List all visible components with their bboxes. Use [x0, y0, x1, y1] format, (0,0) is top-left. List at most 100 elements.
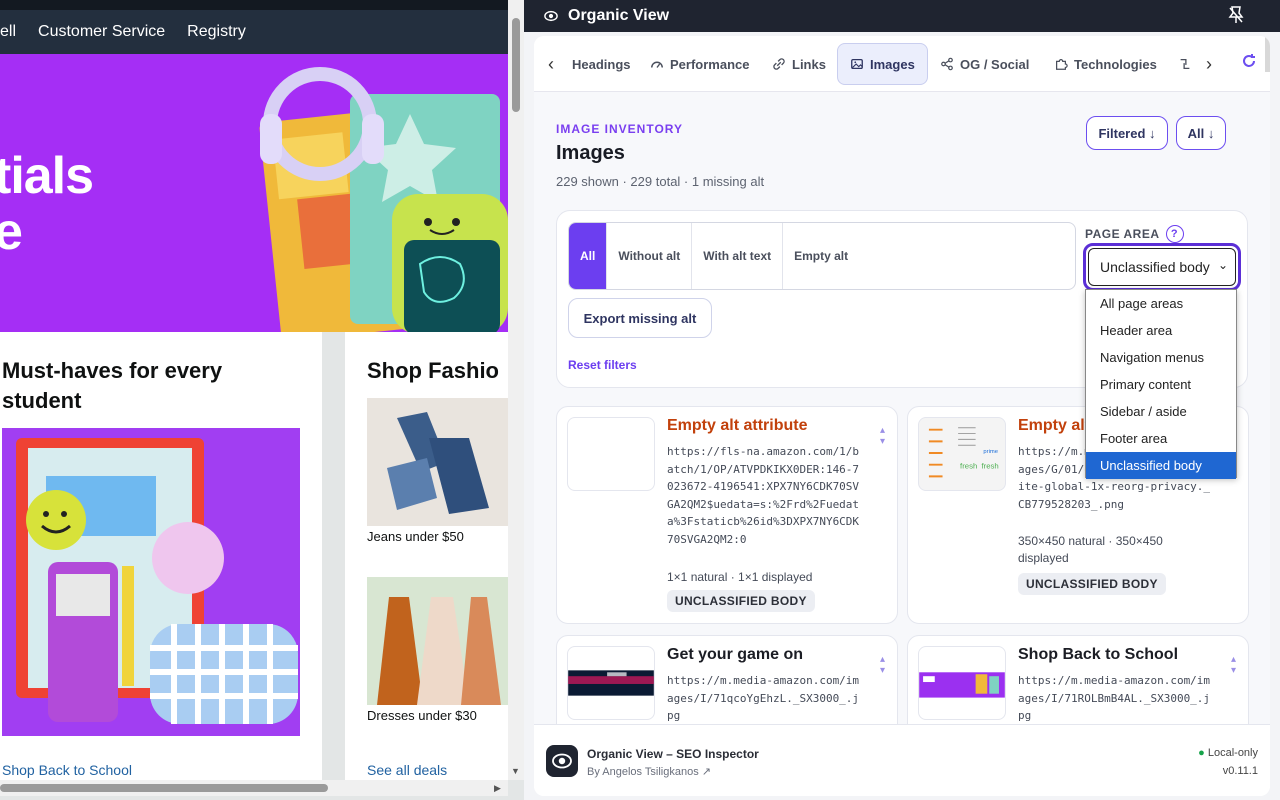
tab-headings[interactable]: Headings	[560, 43, 643, 85]
dropdown-option-header-area[interactable]: Header area	[1086, 317, 1236, 344]
dropdown-option-all-page-areas[interactable]: All page areas	[1086, 290, 1236, 317]
footer-eye-logo-icon	[546, 745, 578, 777]
local-only-status: ● Local-only	[1198, 747, 1258, 759]
extension-titlebar: Organic View	[524, 0, 1280, 32]
image-dimensions: 350×450 natural · 350×450 displayed	[1018, 534, 1163, 565]
drag-handle-icon[interactable]: ▴▾	[880, 425, 885, 447]
tab-bar: ‹ Headings Performance Links Images OG /…	[534, 36, 1270, 92]
drag-handle-icon[interactable]: ▴▾	[1231, 654, 1236, 676]
image-card[interactable]: Empty alt attribute ▴ ▾ https://fls-na.am…	[556, 406, 898, 624]
gauge-icon	[651, 61, 663, 68]
card2-jeans-image[interactable]	[367, 398, 508, 526]
nav-link-partial[interactable]: ell	[0, 23, 16, 41]
image-dimensions: 1×1 natural · 1×1 displayed	[667, 570, 813, 584]
extension-footer: Organic View – SEO Inspector By Angelos …	[534, 724, 1270, 796]
footer-title: Organic View – SEO Inspector	[587, 747, 759, 761]
dropdown-option-navigation-menus[interactable]: Navigation menus	[1086, 344, 1236, 371]
filter-all[interactable]: All	[569, 223, 608, 289]
card-shop-fashion[interactable]: Shop Fashio Jeans under $50 Dresses unde…	[345, 332, 508, 780]
image-thumbnail	[918, 646, 1006, 720]
tabs-scroll-left-icon[interactable]: ‹	[548, 54, 554, 75]
hero-banner[interactable]: tials e	[0, 54, 508, 332]
tabs-scroll-right-icon[interactable]: ›	[1206, 54, 1212, 75]
amazon-top-strip	[0, 0, 508, 10]
image-icon	[851, 58, 863, 70]
filter-without-alt[interactable]: Without alt	[607, 223, 693, 289]
screen: ell Customer Service Registry tials e Mu…	[0, 0, 1280, 800]
amazon-page: ell Customer Service Registry tials e Mu…	[0, 0, 524, 800]
filter-with-alt-text[interactable]: With alt text	[692, 223, 784, 289]
page-area-select[interactable]: Unclassified body ⌄	[1083, 243, 1241, 291]
page-area-badge: UNCLASSIFIED BODY	[667, 590, 815, 612]
share-icon	[941, 57, 953, 71]
nav-link-customer-service[interactable]: Customer Service	[38, 23, 165, 41]
link-icon	[773, 58, 785, 70]
puzzle-icon	[1056, 59, 1068, 70]
tab-performance[interactable]: Performance	[638, 43, 761, 85]
image-card-title: Shop Back to School	[1018, 646, 1179, 663]
all-export-button[interactable]: All ↓	[1176, 116, 1226, 150]
image-url[interactable]: https://m.media-amazon.com/images/I/71qc…	[667, 672, 863, 724]
page-vertical-scrollbar[interactable]	[508, 0, 524, 780]
status-dot-icon: ●	[1198, 747, 1205, 759]
dropdown-option-primary-content[interactable]: Primary content	[1086, 371, 1236, 398]
page-area-badge: UNCLASSIFIED BODY	[1018, 573, 1166, 595]
card1-link[interactable]: Shop Back to School	[2, 762, 132, 778]
tab-images[interactable]: Images	[837, 43, 928, 85]
scroll-right-arrow-icon[interactable]: ▶	[494, 783, 501, 794]
reset-filters-link[interactable]: Reset filters	[568, 358, 637, 372]
page-vertical-scroll-thumb[interactable]	[512, 18, 520, 112]
page-horizontal-scroll-thumb[interactable]	[0, 784, 328, 792]
dropdown-option-unclassified-body[interactable]: Unclassified body	[1086, 452, 1236, 479]
chevron-down-icon: ⌄	[1217, 258, 1228, 272]
window-title: Organic View	[568, 7, 670, 24]
image-card-title: Get your game on	[667, 646, 804, 663]
image-url[interactable]: https://m.media-amazon.com/images/I/71RO…	[1018, 672, 1214, 724]
help-icon[interactable]: ?	[1165, 225, 1184, 243]
image-summary: 229 shown · 229 total · 1 missing alt	[556, 174, 765, 189]
panel-scrollbar-thumb[interactable]	[1265, 36, 1270, 72]
card2-link[interactable]: See all deals	[367, 762, 447, 778]
card2-caption-jeans: Jeans under $50	[367, 529, 464, 544]
next-tab-partial-icon[interactable]	[1178, 57, 1192, 71]
card1-title: Must-haves for every student	[2, 358, 223, 413]
card-must-haves[interactable]: Must-haves for every student Shop Back t…	[0, 332, 322, 780]
page-area-label: PAGE AREA ?	[1085, 225, 1184, 243]
card1-image[interactable]	[2, 428, 300, 736]
hero-illustration	[259, 67, 508, 332]
export-missing-alt-button[interactable]: Export missing alt	[568, 298, 712, 338]
section-eyebrow: IMAGE INVENTORY	[556, 122, 684, 136]
svg-text:prime: prime	[983, 449, 998, 455]
dropdown-option-sidebar-aside[interactable]: Sidebar / aside	[1086, 398, 1236, 425]
image-url[interactable]: https://fls-na.amazon.com/1/batch/1/OP/A…	[667, 443, 863, 548]
svg-text:fresh: fresh	[981, 462, 998, 471]
image-thumbnail	[567, 646, 655, 720]
card2-title: Shop Fashio	[367, 358, 499, 383]
drag-handle-icon[interactable]: ▴▾	[880, 654, 885, 676]
image-card[interactable]: Get your game on ▴ ▾ https://m.media-amaz…	[556, 635, 898, 724]
page-area-dropdown: All page areas Header area Navigation me…	[1085, 289, 1237, 479]
svg-text:fresh: fresh	[960, 462, 977, 471]
image-card-title: Empty alt attribute	[667, 417, 808, 434]
tab-og-social[interactable]: OG / Social	[928, 43, 1041, 85]
dropdown-option-footer-area[interactable]: Footer area	[1086, 425, 1236, 452]
card2-dresses-image[interactable]	[367, 577, 508, 705]
select-focus-ring	[1088, 248, 1236, 286]
eye-logo-icon	[544, 10, 558, 22]
footer-author-link[interactable]: By Angelos Tsiligkanos ↗	[587, 765, 711, 778]
tab-links[interactable]: Links	[760, 43, 838, 85]
tab-technologies[interactable]: Technologies	[1042, 43, 1169, 85]
image-thumbnail: fresh fresh prime	[918, 417, 1006, 491]
image-card[interactable]: Shop Back to School ▴ ▾ https://m.media-a…	[907, 635, 1249, 724]
filter-empty-alt[interactable]: Empty alt	[783, 223, 859, 289]
scroll-down-arrow-icon[interactable]: ▼	[511, 766, 520, 776]
image-thumbnail	[567, 417, 655, 491]
nav-link-registry[interactable]: Registry	[187, 23, 246, 41]
version-label: v0.11.1	[1222, 765, 1258, 777]
alt-filter-group: All Without alt With alt text Empty alt	[568, 222, 1076, 290]
page-title: Images	[556, 142, 625, 164]
unpin-icon[interactable]	[1228, 6, 1244, 24]
card2-caption-dresses: Dresses under $30	[367, 708, 477, 723]
filtered-export-button[interactable]: Filtered ↓	[1086, 116, 1168, 150]
refresh-icon[interactable]	[1240, 52, 1258, 70]
